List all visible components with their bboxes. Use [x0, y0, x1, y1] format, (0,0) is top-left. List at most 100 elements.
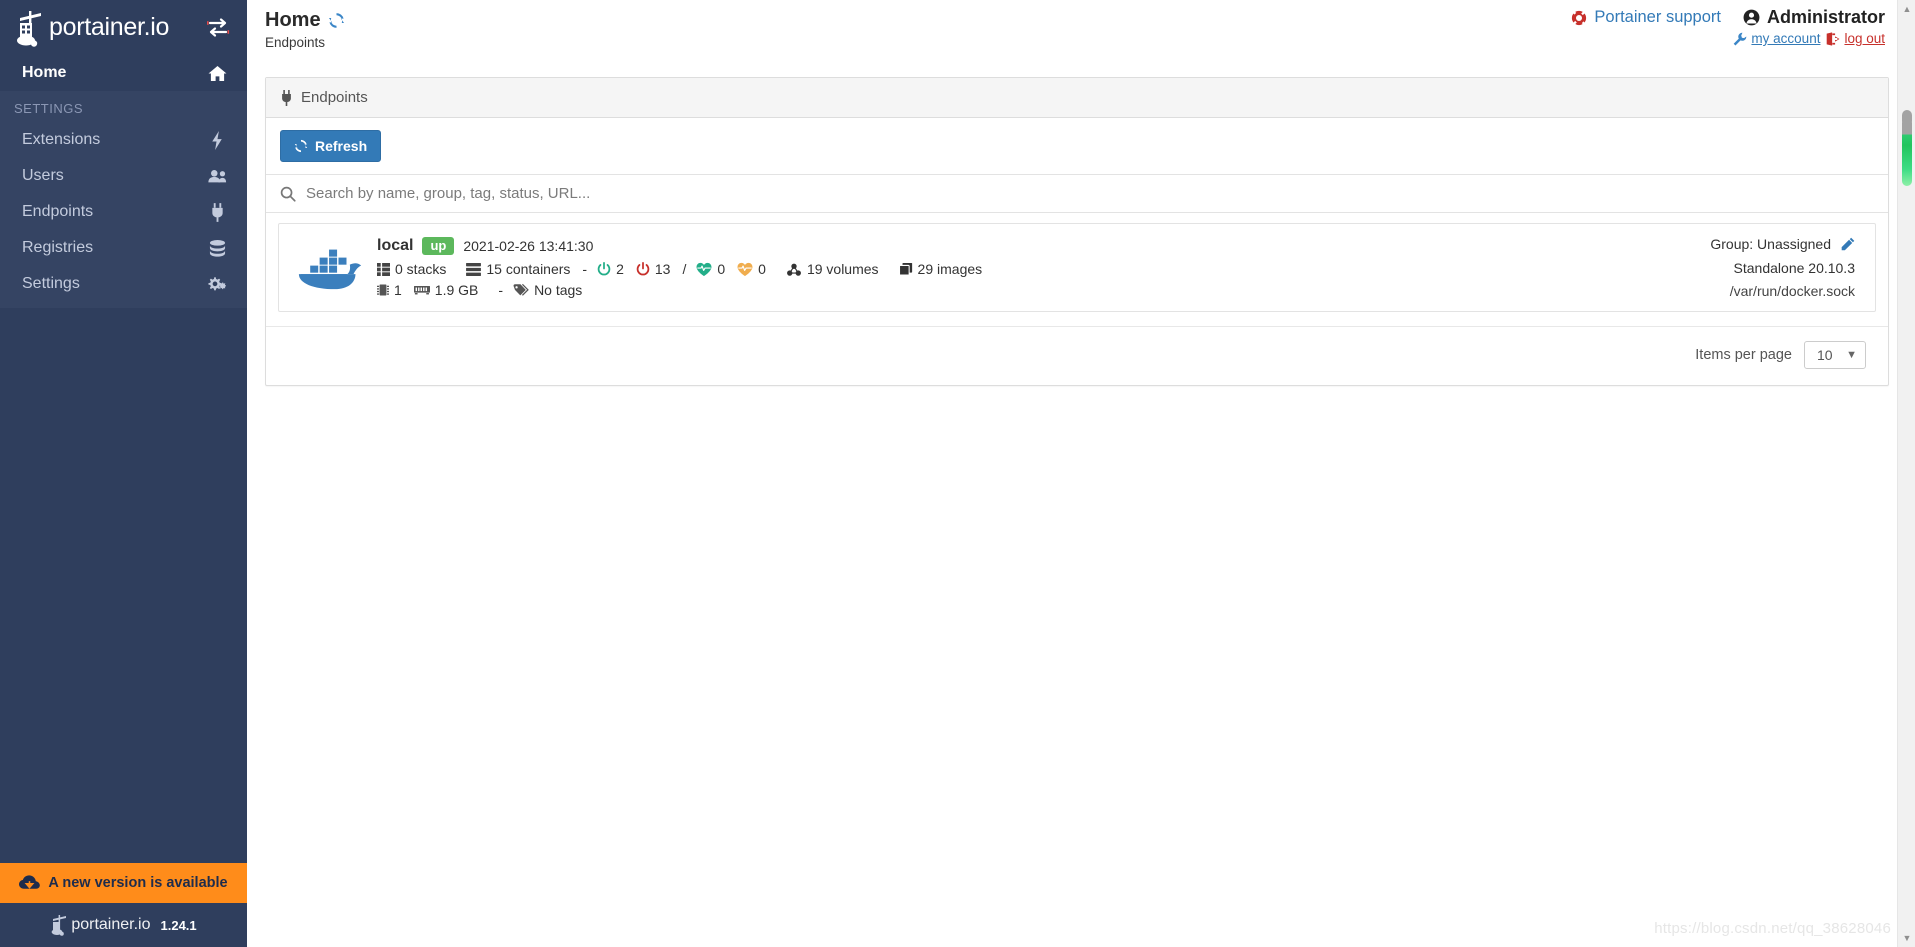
lifebuoy-icon — [1571, 9, 1587, 26]
portainer-logo-icon — [14, 9, 48, 47]
cogs-icon — [207, 274, 227, 294]
endpoint-resources-row: 1 1.9 GB - No tags — [377, 282, 1710, 298]
refresh-button-label: Refresh — [315, 138, 368, 154]
stat-separator-slash: / — [682, 261, 687, 277]
user-name-label: Administrator — [1766, 7, 1885, 27]
header-top-row: Portainer support Administrator — [1571, 7, 1885, 28]
sidebar-item-extensions-label: Extensions — [22, 131, 101, 148]
cloud-download-icon — [19, 875, 41, 891]
images-icon — [898, 262, 913, 276]
stacks-icon — [377, 262, 390, 276]
endpoint-name: local — [377, 237, 414, 254]
cpu-icon — [377, 283, 389, 297]
sidebar-item-endpoints-label: Endpoints — [22, 203, 94, 220]
scrollbar-down-arrow[interactable]: ▼ — [1898, 933, 1915, 943]
toggle-sidebar-icon[interactable] — [205, 17, 231, 39]
refresh-icon[interactable] — [328, 12, 345, 29]
tags-separator-dash: - — [498, 282, 504, 298]
stat-memory-label: 1.9 GB — [434, 282, 479, 298]
endpoint-card-local[interactable]: local up 2021-02-26 13:41:30 0 stacks 15… — [278, 223, 1876, 312]
sidebar-item-endpoints[interactable]: Endpoints — [0, 194, 247, 230]
stat-volumes: 19 volumes — [786, 261, 879, 277]
stat-cpu: 1 — [377, 282, 402, 298]
items-per-page-select[interactable]: 10 — [1804, 341, 1866, 369]
stat-stopped: 13 — [636, 261, 671, 277]
brand-name: portainer.io — [49, 13, 170, 41]
sidebar-item-registries-label: Registries — [22, 239, 94, 256]
stat-stopped-value: 13 — [654, 261, 671, 277]
scrollbar-up-arrow[interactable]: ▲ — [1898, 4, 1915, 14]
page-title-text: Home — [265, 9, 321, 31]
stat-healthy-value: 0 — [717, 261, 726, 277]
stat-containers-label: 15 containers — [486, 261, 571, 277]
my-account-label: my account — [1751, 31, 1821, 46]
update-banner-label: A new version is available — [48, 875, 228, 891]
stat-memory: 1.9 GB — [413, 282, 479, 298]
volumes-icon — [786, 262, 802, 277]
users-icon — [207, 166, 227, 186]
plug-icon — [207, 202, 227, 222]
stat-stacks: 0 stacks — [377, 261, 446, 277]
sidebar-item-registries[interactable]: Registries — [0, 230, 247, 266]
pencil-icon[interactable] — [1841, 237, 1855, 251]
endpoint-timestamp: 2021-02-26 13:41:30 — [463, 238, 594, 254]
portainer-support-link[interactable]: Portainer support — [1571, 8, 1721, 27]
endpoint-group-label: Group: Unassigned — [1710, 236, 1831, 252]
items-per-page-label: Items per page — [1695, 347, 1792, 363]
refresh-button[interactable]: Refresh — [280, 130, 382, 162]
stat-running: 2 — [597, 261, 624, 277]
plug-icon — [280, 89, 293, 106]
log-out-label: log out — [1844, 31, 1885, 46]
endpoint-logo — [291, 241, 369, 294]
endpoint-stats-row: 0 stacks 15 containers - 2 13 / 0 0 19 v… — [377, 261, 1710, 277]
stat-healthy: 0 — [696, 261, 725, 277]
stat-stacks-label: 0 stacks — [395, 261, 447, 277]
search-icon — [280, 186, 296, 202]
endpoints-panel: Endpoints Refresh Search by name, group,… — [265, 77, 1889, 386]
sidebar: portainer.io Home SETTINGS Extensions Us… — [0, 0, 247, 947]
endpoint-version: Standalone 20.10.3 — [1733, 260, 1855, 276]
stat-images: 29 images — [898, 261, 983, 277]
page-header: Home Endpoints Portainer support Adminis… — [247, 0, 1915, 55]
page-subtitle: Endpoints — [265, 35, 326, 50]
stat-containers: 15 containers — [466, 261, 570, 277]
search-input[interactable] — [306, 185, 1874, 202]
database-icon — [207, 238, 227, 258]
sidebar-footer: portainer.io 1.24.1 — [0, 903, 247, 947]
log-out-link[interactable]: log out — [1826, 31, 1885, 46]
stat-running-value: 2 — [616, 261, 624, 277]
stat-cpu-label: 1 — [394, 282, 402, 298]
endpoints-panel-header: Endpoints — [266, 78, 1888, 118]
endpoint-details: local up 2021-02-26 13:41:30 0 stacks 15… — [369, 237, 1710, 298]
sidebar-item-users-label: Users — [22, 167, 64, 184]
sign-out-icon — [1826, 31, 1840, 46]
stat-tags: No tags — [513, 282, 582, 298]
sidebar-item-extensions[interactable]: Extensions — [0, 122, 247, 158]
sidebar-item-settings[interactable]: Settings — [0, 266, 247, 302]
stat-images-label: 29 images — [917, 261, 983, 277]
stat-tags-label: No tags — [534, 282, 583, 298]
sidebar-footer-name: portainer.io — [71, 916, 151, 933]
brand-logo-wrap[interactable]: portainer.io — [14, 9, 205, 47]
page-scrollbar[interactable]: ▲ ▼ — [1897, 0, 1915, 947]
sidebar-brand: portainer.io — [0, 0, 247, 55]
sidebar-item-users[interactable]: Users — [0, 158, 247, 194]
tag-icon — [513, 283, 529, 297]
sidebar-item-home[interactable]: Home — [0, 55, 247, 91]
docker-whale-icon — [297, 241, 363, 294]
update-available-banner[interactable]: A new version is available — [0, 863, 247, 903]
refresh-icon — [294, 139, 308, 153]
sidebar-settings-group: SETTINGS Extensions Users Endpoints Regi… — [0, 91, 247, 308]
search-row — [266, 175, 1888, 213]
user-name[interactable]: Administrator — [1743, 7, 1885, 28]
stat-unhealthy-value: 0 — [758, 261, 766, 277]
sidebar-footer-version: 1.24.1 — [160, 917, 197, 933]
my-account-link[interactable]: my account — [1733, 31, 1820, 46]
endpoint-group-row: Group: Unassigned — [1710, 236, 1855, 252]
endpoint-list: local up 2021-02-26 13:41:30 0 stacks 15… — [266, 213, 1888, 326]
wrench-icon — [1733, 32, 1747, 46]
scrollbar-thumb[interactable] — [1902, 118, 1912, 186]
endpoint-meta: Group: Unassigned Standalone 20.10.3 /va… — [1710, 236, 1861, 299]
sidebar-section-title: SETTINGS — [14, 101, 84, 116]
